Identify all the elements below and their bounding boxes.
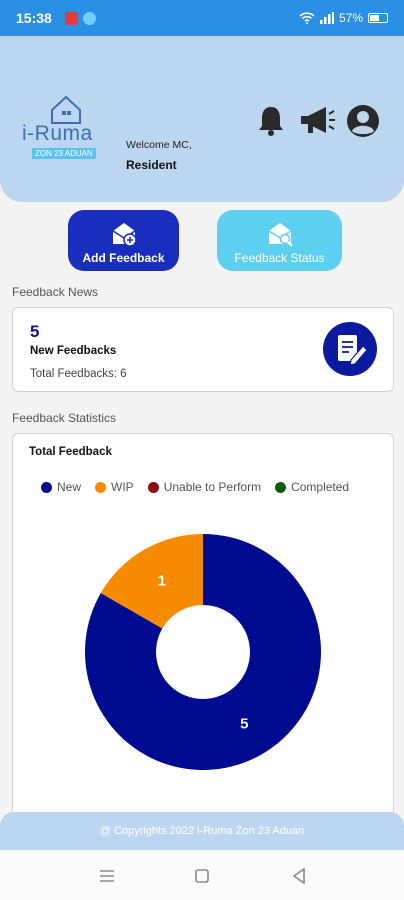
- feedback-news-title: Feedback News: [12, 285, 99, 299]
- user-role: Resident: [126, 158, 177, 172]
- notification-app-icon: [64, 11, 78, 25]
- logo-tagline: ZON 23 ADUAN: [32, 148, 96, 159]
- logo-name: i-Ruma: [22, 122, 93, 145]
- total-feedback-text: Total Feedbacks: 6: [30, 368, 127, 380]
- battery-percent: 57%: [338, 11, 363, 25]
- system-nav-bar: [0, 850, 404, 900]
- app-header: i-Ruma ZON 23 ADUAN Welcome MC, Resident: [0, 36, 404, 202]
- signal-icon: [319, 12, 334, 24]
- document-edit-icon: [323, 322, 377, 376]
- back-icon[interactable]: [289, 866, 309, 886]
- feedback-status-button[interactable]: Feedback Status: [217, 210, 342, 271]
- feedback-statistics-card: Total Feedback New WIP Unable to Perform Co…: [12, 433, 394, 815]
- battery-icon: [368, 13, 388, 23]
- wifi-icon: [299, 12, 315, 24]
- feedback-donut-chart: 51: [85, 534, 322, 770]
- footer: @ Copyrights 2022 i-Ruma Zon 23 Aduan: [0, 812, 404, 850]
- house-logo-icon: [51, 95, 81, 124]
- new-feedback-count: 5: [30, 322, 40, 341]
- welcome-text: Welcome MC,: [126, 139, 192, 151]
- home-icon[interactable]: [192, 866, 212, 886]
- add-feedback-label: Add Feedback: [82, 251, 165, 265]
- add-feedback-button[interactable]: Add Feedback: [68, 210, 179, 271]
- feedback-status-label: Feedback Status: [234, 251, 325, 265]
- feedback-statistics-title: Feedback Statistics: [12, 411, 117, 425]
- donut-hole: [156, 605, 250, 699]
- menu-icon[interactable]: [97, 866, 117, 886]
- new-feedback-label: New Feedbacks: [30, 345, 117, 357]
- feedback-news-card[interactable]: 5 New Feedbacks Total Feedbacks: 6: [12, 307, 394, 392]
- status-bar: 15:38 57%: [0, 0, 404, 36]
- status-time: 15:38: [16, 10, 52, 26]
- bell-icon[interactable]: [255, 104, 287, 138]
- feedback-status-icon: [268, 223, 293, 247]
- add-feedback-icon: [112, 223, 137, 247]
- pie-slice-value-label: 1: [158, 573, 166, 590]
- shield-app-icon: [82, 11, 96, 25]
- megaphone-icon[interactable]: [298, 104, 336, 138]
- battery-fill: [370, 15, 379, 21]
- account-icon[interactable]: [346, 104, 380, 138]
- pie-slice-value-label: 5: [240, 715, 248, 732]
